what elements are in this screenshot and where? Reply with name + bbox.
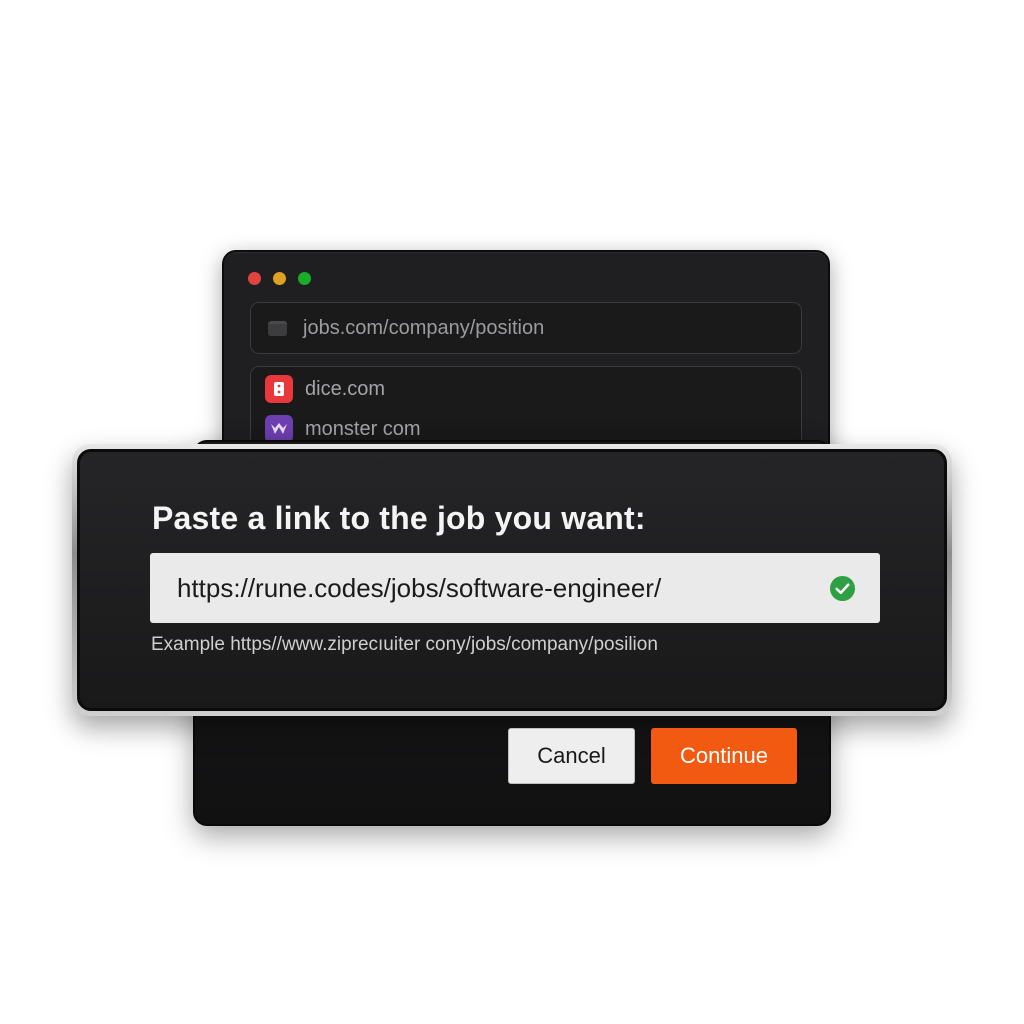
suggestion-item-dice[interactable]: dice.com — [265, 375, 385, 403]
dice-icon — [265, 375, 293, 403]
continue-button[interactable]: Continue — [651, 728, 797, 784]
job-url-input[interactable]: https://rune.codes/jobs/software-enginee… — [150, 553, 880, 623]
suggestion-label: dice.com — [305, 377, 386, 400]
window-controls — [248, 272, 311, 285]
tab-icon — [268, 320, 287, 336]
suggestion-label: monster com — [305, 417, 421, 440]
stage: jobs.com/company/position dice.com monst… — [0, 0, 1024, 1024]
monster-icon — [265, 415, 293, 443]
cancel-button[interactable]: Cancel — [508, 728, 635, 784]
job-url-value[interactable]: https://rune.codes/jobs/software-enginee… — [177, 573, 661, 604]
address-text: jobs.com/company/position — [303, 316, 545, 339]
example-hint: Example https//www.ziprecıuiter cony/job… — [151, 634, 658, 655]
address-bar[interactable]: jobs.com/company/position — [250, 302, 802, 354]
check-circle-icon — [829, 575, 856, 602]
dialog-title: Paste a link to the job you want: — [152, 500, 646, 536]
dialog-content: Paste a link to the job you want: https:… — [77, 449, 947, 711]
job-link-dialog: Paste a link to the job you want: https:… — [72, 444, 952, 716]
zoom-window-button[interactable] — [298, 272, 311, 285]
close-window-button[interactable] — [248, 272, 261, 285]
suggestion-item-monster[interactable]: monster com — [265, 415, 421, 443]
minimize-window-button[interactable] — [273, 272, 286, 285]
